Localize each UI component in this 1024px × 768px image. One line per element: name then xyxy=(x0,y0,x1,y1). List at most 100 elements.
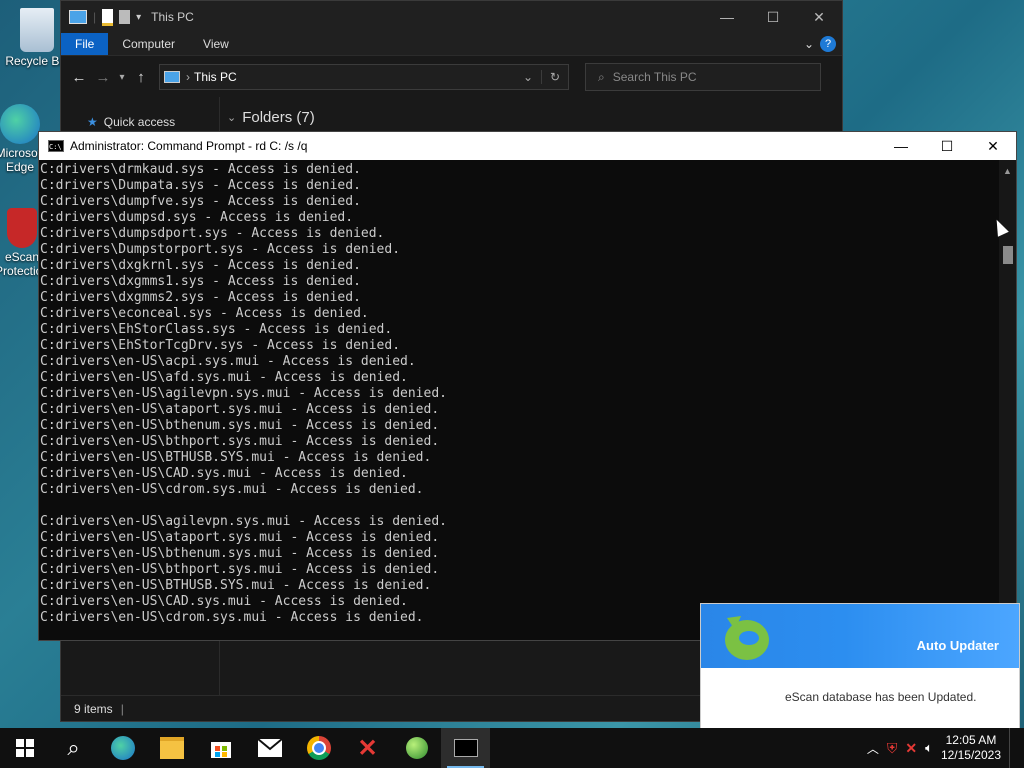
taskbar: ⌕ ✕ ︿ ⛨ ✕ 🔈︎ 12:05 AM 12/15/2023 xyxy=(0,728,1024,768)
console-line: C:drivers\dxgmms2.sys - Access is denied… xyxy=(40,290,361,305)
address-dropdown-icon[interactable]: ⌄ xyxy=(515,70,541,84)
console-line: C:drivers\en-US\bthport.sys.mui - Access… xyxy=(40,434,440,449)
maximize-button[interactable]: ☐ xyxy=(750,9,796,26)
console-line: C:drivers\dxgkrnl.sys - Access is denied… xyxy=(40,258,361,273)
tab-computer[interactable]: Computer xyxy=(108,33,189,55)
help-icon[interactable]: ? xyxy=(820,36,836,52)
folders-group-header[interactable]: ⌄ Folders (7) xyxy=(227,109,842,126)
taskbar-escan[interactable]: ✕ xyxy=(343,728,392,768)
search-button[interactable]: ⌕ xyxy=(49,728,98,768)
console-line: C:drivers\en-US\bthenum.sys.mui - Access… xyxy=(40,546,440,561)
notification-toast[interactable]: Auto Updater eScan database has been Upd… xyxy=(700,603,1020,730)
quick-access-toolbar: | ▾ xyxy=(61,8,141,26)
explorer-titlebar[interactable]: | ▾ This PC — ☐ ✕ xyxy=(61,1,842,33)
toast-header: Auto Updater xyxy=(701,604,1019,668)
console-line: C:drivers\en-US\CAD.sys.mui - Access is … xyxy=(40,466,408,481)
taskbar-globe-app[interactable] xyxy=(392,728,441,768)
minimize-button[interactable]: — xyxy=(878,138,924,155)
cmd-title: Administrator: Command Prompt - rd C: /s… xyxy=(70,139,308,153)
computer-icon xyxy=(164,71,180,83)
search-icon: ⌕ xyxy=(67,735,80,760)
escan-logo-icon xyxy=(725,616,769,660)
console-line: C:drivers\Dumpstorport.sys - Access is d… xyxy=(40,242,401,257)
star-icon: ★ xyxy=(87,115,98,129)
security-shield-icon[interactable]: ⛨ xyxy=(887,740,898,757)
maximize-button[interactable]: ☐ xyxy=(924,138,970,155)
escan-icon: ✕ xyxy=(357,734,378,762)
windows-logo-icon xyxy=(15,739,34,757)
show-desktop-button[interactable] xyxy=(1009,728,1014,768)
globe-icon xyxy=(405,737,428,759)
console-line: C:drivers\EhStorTcgDrv.sys - Access is d… xyxy=(40,338,401,353)
console-line: C:drivers\en-US\bthenum.sys.mui - Access… xyxy=(40,418,440,433)
volume-icon[interactable]: 🔈︎ xyxy=(925,740,933,756)
console-line: C:drivers\dumpfve.sys - Access is denied… xyxy=(40,194,361,209)
console-line: C:drivers\en-US\afd.sys.mui - Access is … xyxy=(40,370,408,385)
taskbar-store[interactable] xyxy=(196,728,245,768)
clock[interactable]: 12:05 AM 12/15/2023 xyxy=(941,733,1001,763)
taskbar-file-explorer[interactable] xyxy=(147,728,196,768)
console-line: C:drivers\en-US\ataport.sys.mui - Access… xyxy=(40,402,440,417)
console-line: C:drivers\dumpsd.sys - Access is denied. xyxy=(40,210,354,225)
ribbon: File Computer View ⌄ ? xyxy=(61,33,842,56)
properties-icon[interactable] xyxy=(102,8,114,26)
cmd-titlebar[interactable]: C:\ Administrator: Command Prompt - rd C… xyxy=(39,132,1016,160)
system-tray: ︿ ⛨ ✕ 🔈︎ 12:05 AM 12/15/2023 xyxy=(867,728,1024,768)
back-arrow-icon[interactable]: ← xyxy=(67,69,91,86)
search-input[interactable]: Search This PC xyxy=(613,70,697,84)
refresh-icon[interactable]: ↻ xyxy=(541,70,568,84)
taskbar-mail[interactable] xyxy=(245,728,294,768)
breadcrumb-separator-icon: › xyxy=(186,70,190,84)
sidebar-item-label: Quick access xyxy=(103,115,176,129)
address-bar[interactable]: › This PC ⌄ ↻ xyxy=(159,64,569,90)
show-hidden-icons-icon[interactable]: ︿ xyxy=(867,740,879,757)
edge-icon xyxy=(0,104,40,144)
forward-arrow-icon[interactable]: → xyxy=(91,69,115,86)
toast-app-name: Auto Updater xyxy=(916,638,999,653)
minimize-button[interactable]: — xyxy=(704,9,750,26)
search-icon: ⌕ xyxy=(598,69,605,84)
console-line: C:drivers\en-US\ataport.sys.mui - Access… xyxy=(40,530,440,545)
tab-view[interactable]: View xyxy=(189,33,243,55)
address-text: This PC xyxy=(194,70,237,84)
chevron-down-icon[interactable]: ▾ xyxy=(136,12,141,23)
up-arrow-icon[interactable]: ↑ xyxy=(129,69,153,86)
console-line: C:drivers\en-US\acpi.sys.mui - Access is… xyxy=(40,354,416,369)
search-box[interactable]: ⌕ Search This PC xyxy=(585,63,821,91)
escan-shield-icon xyxy=(7,208,37,248)
expand-ribbon-icon[interactable]: ⌄ xyxy=(804,37,814,51)
window-title: This PC xyxy=(151,10,194,24)
group-header-label: Folders (7) xyxy=(242,109,315,126)
computer-icon[interactable] xyxy=(69,10,87,24)
console-line: C:drivers\econceal.sys - Access is denie… xyxy=(40,306,369,321)
edge-icon xyxy=(110,736,135,760)
console-line: C:drivers\EhStorClass.sys - Access is de… xyxy=(40,322,393,337)
console-line: C:drivers\drmkaud.sys - Access is denied… xyxy=(40,162,361,177)
recent-locations-icon[interactable]: ▾ xyxy=(115,72,129,83)
scrollbar-thumb[interactable] xyxy=(1003,246,1013,264)
taskbar-chrome[interactable] xyxy=(294,728,343,768)
tab-file[interactable]: File xyxy=(61,33,109,55)
chevron-down-icon: ⌄ xyxy=(227,112,237,124)
toast-message: eScan database has been Updated. xyxy=(785,690,977,704)
console-line: C:drivers\en-US\BTHUSB.SYS.mui - Access … xyxy=(40,450,432,465)
new-folder-icon[interactable] xyxy=(119,10,131,24)
close-button[interactable]: ✕ xyxy=(970,138,1016,155)
cmd-icon xyxy=(453,739,478,757)
start-button[interactable] xyxy=(0,728,49,768)
console-output[interactable]: C:drivers\drmkaud.sys - Access is denied… xyxy=(40,162,998,636)
store-icon xyxy=(210,742,231,758)
recycle-bin-icon xyxy=(20,8,54,52)
folder-icon xyxy=(159,737,184,759)
taskbar-command-prompt[interactable] xyxy=(441,728,490,768)
escan-tray-icon[interactable]: ✕ xyxy=(905,740,917,757)
clock-time: 12:05 AM xyxy=(945,733,997,747)
sidebar-item-quick-access[interactable]: ★ Quick access xyxy=(87,115,219,129)
scroll-up-icon[interactable]: ▲ xyxy=(999,166,1016,176)
close-button[interactable]: ✕ xyxy=(796,9,842,26)
clock-date: 12/15/2023 xyxy=(940,748,1001,762)
navigation-bar: ← → ▾ ↑ › This PC ⌄ ↻ ⌕ Search This PC xyxy=(61,56,842,98)
chrome-icon xyxy=(306,736,331,760)
taskbar-edge[interactable] xyxy=(98,728,147,768)
